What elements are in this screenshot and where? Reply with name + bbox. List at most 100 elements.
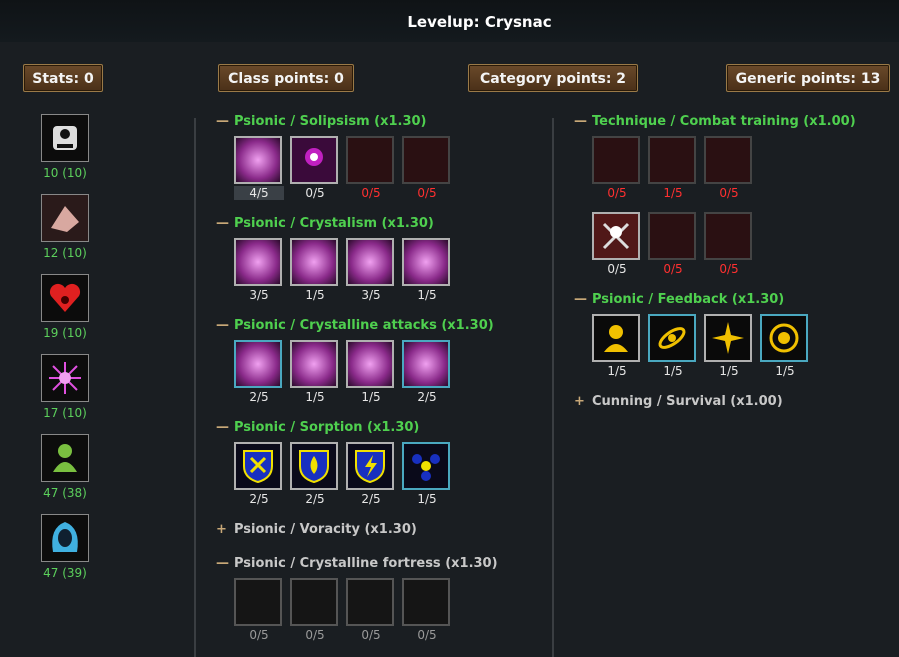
armour-icon — [648, 136, 696, 184]
weapon-icon — [648, 212, 696, 260]
talent-slot[interactable]: 0/5 — [648, 212, 698, 276]
psionic-eye-icon — [234, 136, 282, 184]
collapse-icon: — — [216, 556, 229, 571]
collapse-icon: — — [216, 114, 229, 129]
tree-solipsism[interactable]: — Psionic / Solipsism (x1.30) — [216, 114, 427, 129]
talent-slot[interactable]: 0/5 — [704, 136, 754, 200]
expand-icon: + — [216, 522, 227, 537]
willpower-icon — [41, 434, 89, 482]
orbit-icon — [648, 314, 696, 362]
stat-dexterity[interactable]: 12 (10) — [40, 194, 90, 260]
crystal-icon — [234, 238, 282, 286]
talent-slot[interactable]: 2/5 — [234, 442, 284, 506]
talent-slot[interactable]: 3/5 — [234, 238, 284, 302]
magic-icon — [41, 354, 89, 402]
talent-slot[interactable]: 3/5 — [346, 238, 396, 302]
talent-slot[interactable]: 1/5 — [290, 238, 340, 302]
talent-slot[interactable]: 0/5 — [704, 212, 754, 276]
tree-voracity[interactable]: + Psionic / Voracity (x1.30) — [216, 522, 417, 537]
star-burst-icon — [704, 314, 752, 362]
generic-points-header: Generic points: 13 — [726, 64, 890, 92]
talent-slot[interactable]: 0/5 — [234, 578, 284, 642]
talent-slot[interactable]: 0/5 — [402, 578, 452, 642]
eye-icon — [290, 136, 338, 184]
meditation-icon — [592, 314, 640, 362]
expand-icon: + — [574, 394, 585, 409]
crossed-weapons-icon — [592, 212, 640, 260]
armour-icon — [592, 136, 640, 184]
mask-icon — [402, 136, 450, 184]
talent-slot[interactable]: 0/5 — [290, 578, 340, 642]
fire-shield-icon — [290, 442, 338, 490]
stat-value: 47 (39) — [43, 566, 87, 580]
crystal-shards-icon — [346, 238, 394, 286]
stat-cunning[interactable]: 47 (39) — [40, 514, 90, 580]
class-points-header: Class points: 0 — [218, 64, 354, 92]
tree-crystalism[interactable]: — Psionic / Crystalism (x1.30) — [216, 216, 434, 231]
talent-slot[interactable]: 1/5 — [648, 314, 698, 378]
talent-slot[interactable]: 0/5 — [290, 136, 340, 200]
talent-slot[interactable]: 2/5 — [234, 340, 284, 404]
talent-slot[interactable]: 2/5 — [290, 442, 340, 506]
tree-combat-training[interactable]: — Technique / Combat training (x1.00) — [574, 114, 856, 129]
crystal-strike-icon — [234, 340, 282, 388]
sun-icon — [760, 314, 808, 362]
tree-sorption[interactable]: — Psionic / Sorption (x1.30) — [216, 420, 419, 435]
crystal-orb-icon — [290, 238, 338, 286]
talent-slot[interactable]: 0/5 — [592, 136, 642, 200]
mask-icon — [346, 136, 394, 184]
stat-constitution[interactable]: 19 (10) — [40, 274, 90, 340]
talent-slot[interactable]: 2/5 — [402, 340, 452, 404]
stat-value: 19 (10) — [43, 326, 87, 340]
crystal-slash-icon — [290, 340, 338, 388]
armour-icon — [704, 136, 752, 184]
crystal-star-icon — [402, 340, 450, 388]
collapse-icon: — — [574, 114, 587, 129]
tree-crystalline-attacks[interactable]: — Psionic / Crystalline attacks (x1.30) — [216, 318, 494, 333]
locked-talent-icon — [234, 578, 282, 626]
talent-slot[interactable]: 4/5 — [234, 136, 284, 200]
talent-slot[interactable]: 1/5 — [402, 238, 452, 302]
window-title: Levelup: Crysnac — [407, 13, 552, 31]
lightning-shield-icon — [346, 442, 394, 490]
column-divider — [194, 118, 196, 657]
talent-slot[interactable]: 0/5 — [346, 136, 396, 200]
locked-talent-icon — [346, 578, 394, 626]
talent-slot[interactable]: 2/5 — [346, 442, 396, 506]
stat-value: 10 (10) — [43, 166, 87, 180]
talent-slot[interactable]: 0/5 — [402, 136, 452, 200]
dexterity-icon — [41, 194, 89, 242]
talent-slot[interactable]: 1/5 — [290, 340, 340, 404]
tree-crystalline-fortress[interactable]: — Psionic / Crystalline fortress (x1.30) — [216, 556, 498, 571]
stat-value: 47 (38) — [43, 486, 87, 500]
crystal-burst-icon — [402, 238, 450, 286]
locked-talent-icon — [402, 578, 450, 626]
tree-feedback[interactable]: — Psionic / Feedback (x1.30) — [574, 292, 784, 307]
talent-slot[interactable]: 1/5 — [648, 136, 698, 200]
locked-talent-icon — [290, 578, 338, 626]
talent-slot[interactable]: 0/5 — [346, 578, 396, 642]
talent-slot[interactable]: 1/5 — [704, 314, 754, 378]
collapse-icon: — — [216, 216, 229, 231]
collapse-icon: — — [216, 318, 229, 333]
talent-slot[interactable]: 1/5 — [346, 340, 396, 404]
constitution-icon — [41, 274, 89, 322]
collapse-icon: — — [216, 420, 229, 435]
talent-slot[interactable]: 0/5 — [592, 212, 642, 276]
shuriken-icon — [402, 442, 450, 490]
cunning-icon — [41, 514, 89, 562]
stat-willpower[interactable]: 47 (38) — [40, 434, 90, 500]
stat-value: 17 (10) — [43, 406, 87, 420]
category-points-header: Category points: 2 — [468, 64, 638, 92]
talent-slot[interactable]: 1/5 — [402, 442, 452, 506]
dagger-icon — [704, 212, 752, 260]
talent-slot[interactable]: 1/5 — [592, 314, 642, 378]
crystal-vortex-icon — [346, 340, 394, 388]
stat-magic[interactable]: 17 (10) — [40, 354, 90, 420]
stat-strength[interactable]: 10 (10) — [40, 114, 90, 180]
strength-icon — [41, 114, 89, 162]
tree-survival[interactable]: + Cunning / Survival (x1.00) — [574, 394, 783, 409]
shield-icon — [234, 442, 282, 490]
talent-slot[interactable]: 1/5 — [760, 314, 810, 378]
column-divider — [552, 118, 554, 657]
